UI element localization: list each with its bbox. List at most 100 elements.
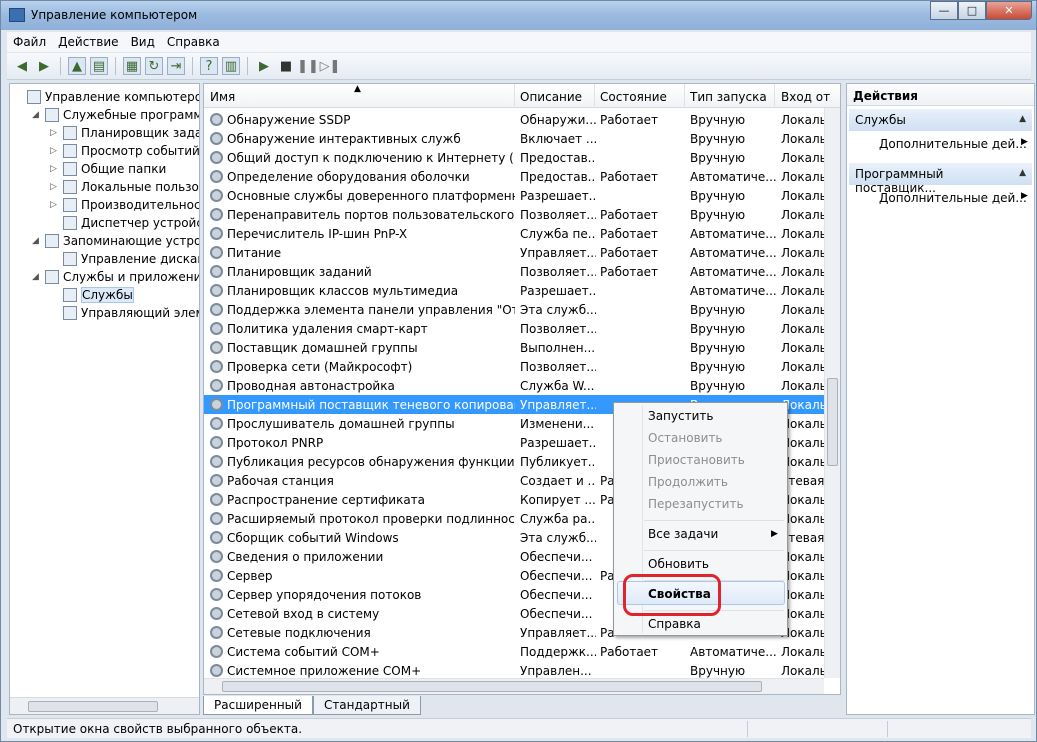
- table-cell: Системное приложение COM+: [227, 664, 422, 678]
- table-cell: Работает: [600, 227, 659, 241]
- more-actions-selected[interactable]: Дополнительные дей... ▶: [879, 191, 1028, 205]
- column-description[interactable]: Описание: [520, 90, 582, 104]
- tree-item[interactable]: Диспетчер устройств: [50, 214, 199, 232]
- menu-file[interactable]: Файл: [7, 35, 52, 49]
- close-button[interactable]: ✕: [986, 1, 1032, 20]
- table-cell: Копирует ...: [520, 493, 596, 507]
- table-row[interactable]: Проверка сети (Майкрософт) Позволяет... Вр…: [204, 357, 826, 376]
- table-row[interactable]: Перенаправитель портов пользовательского…: [204, 205, 826, 224]
- actions-group-selected-service[interactable]: Программный поставщик... ▲: [849, 163, 1032, 195]
- up-folder-icon[interactable]: ▲: [68, 57, 86, 75]
- column-startup-type[interactable]: Тип запуска: [690, 90, 767, 104]
- table-row[interactable]: Обнаружение SSDP Обнаружи... Работает Вручн…: [204, 110, 826, 129]
- menu-view[interactable]: Вид: [125, 35, 161, 49]
- table-row[interactable]: Система событий COM+ Поддержк... Работает А…: [204, 642, 826, 661]
- tree-item[interactable]: ▷ Общие папки: [50, 160, 166, 178]
- action-pane-icon[interactable]: ▥: [222, 57, 240, 75]
- tree-item[interactable]: Службы: [50, 286, 134, 304]
- table-row[interactable]: Поставщик домашней группы Выполнен... Вруч…: [204, 338, 826, 357]
- actions-group-services[interactable]: Службы ▲: [849, 109, 1032, 131]
- tree-item[interactable]: ◢ Служебные программы: [32, 106, 199, 124]
- table-row[interactable]: Поддержка элемента панели управления "От…: [204, 300, 826, 319]
- menu-action[interactable]: Действие: [52, 35, 124, 49]
- table-cell: Питание: [227, 246, 282, 260]
- table-row[interactable]: Определение оборудования оболочки Предост…: [204, 167, 826, 186]
- expand-icon[interactable]: ◢: [32, 236, 42, 246]
- table-row[interactable]: Перечислитель IP-шин PnP-X Служба пе... Ра…: [204, 224, 826, 243]
- service-gear-icon: [210, 398, 223, 411]
- list-horizontal-scrollbar[interactable]: [204, 678, 824, 694]
- more-actions-services[interactable]: Дополнительные дей... ▶: [879, 137, 1028, 151]
- title-bar[interactable]: Управление компьютером — □ ✕: [1, 1, 1036, 30]
- tree-item-label: Планировщик заданий: [81, 126, 199, 140]
- table-cell: Автоматиче...: [690, 645, 776, 659]
- table-cell: Локальн: [781, 189, 826, 203]
- properties-icon[interactable]: ▦: [123, 57, 141, 75]
- show-hide-tree-icon[interactable]: ▤: [90, 57, 108, 75]
- expand-icon[interactable]: ▷: [50, 164, 60, 174]
- help-icon[interactable]: ?: [200, 57, 218, 75]
- expand-icon[interactable]: ▷: [50, 200, 60, 210]
- table-cell: Работает: [600, 208, 659, 222]
- tree-item[interactable]: Управление компьютером (л: [14, 88, 199, 106]
- menu-all-tasks[interactable]: Все задачи: [648, 527, 718, 541]
- tree-item[interactable]: ▷ Планировщик заданий: [50, 124, 199, 142]
- table-cell: Локальн: [781, 341, 826, 355]
- table-row[interactable]: Проводная автонастройка Служба W... Вручну…: [204, 376, 826, 395]
- tree-item[interactable]: ▷ Просмотр событий: [50, 142, 199, 160]
- tree-horizontal-scrollbar[interactable]: [10, 697, 199, 714]
- maximize-button[interactable]: □: [958, 1, 986, 20]
- window-title: Управление компьютером: [31, 8, 198, 22]
- restart-icon[interactable]: ▷❚: [320, 57, 341, 75]
- pause-icon[interactable]: ❚❚: [297, 57, 319, 75]
- column-status[interactable]: Состояние: [600, 90, 667, 104]
- tree-item[interactable]: Управляющий элемен: [50, 304, 199, 322]
- tree-item[interactable]: ▷ Производительность: [50, 196, 199, 214]
- table-row[interactable]: Питание Управляет... Работает Автоматиче...…: [204, 243, 826, 262]
- table-cell: Сервер упорядочения потоков: [227, 588, 422, 602]
- table-cell: Протокол PNRP: [227, 436, 324, 450]
- table-row[interactable]: Планировщик заданий Позволяет... Работает А…: [204, 262, 826, 281]
- table-cell: Локальн: [781, 246, 826, 260]
- table-cell: Управляет...: [520, 398, 596, 412]
- table-row[interactable]: Планировщик классов мультимедиа Разрешает…: [204, 281, 826, 300]
- expand-icon[interactable]: ▷: [50, 182, 60, 192]
- stop-icon[interactable]: ■: [277, 57, 295, 75]
- tools-icon: [45, 108, 59, 122]
- play-icon[interactable]: ▶: [255, 57, 273, 75]
- back-arrow-icon[interactable]: ◀: [13, 57, 31, 75]
- list-vertical-scrollbar[interactable]: [824, 108, 840, 678]
- export-list-icon[interactable]: ⇥: [167, 57, 185, 75]
- service-gear-icon: [210, 531, 223, 544]
- tab-standard[interactable]: Стандартный: [312, 696, 421, 715]
- expand-icon[interactable]: ▷: [50, 146, 60, 156]
- minimize-button[interactable]: —: [930, 1, 958, 20]
- tree-item[interactable]: Управление дисками: [50, 250, 199, 268]
- table-row[interactable]: Основные службы доверенного платформенно…: [204, 186, 826, 205]
- table-cell: Поддержк...: [520, 645, 596, 659]
- menu-refresh[interactable]: Обновить: [648, 557, 709, 571]
- table-row[interactable]: Общий доступ к подключению к Интернету (…: [204, 148, 826, 167]
- collapse-icon[interactable]: ▲: [1019, 114, 1026, 124]
- table-row[interactable]: Обнаружение интерактивных служб Включает …: [204, 129, 826, 148]
- expand-icon[interactable]: ▷: [50, 128, 60, 138]
- table-row[interactable]: Политика удаления смарт-карт Позволяет...…: [204, 319, 826, 338]
- column-name[interactable]: Имя: [210, 90, 235, 104]
- forward-arrow-icon[interactable]: ▶: [35, 57, 53, 75]
- service-gear-icon: [210, 607, 223, 620]
- tree-item-label: Службы и приложения: [63, 270, 200, 284]
- tree-item[interactable]: ▷ Локальные пользовате: [50, 178, 199, 196]
- table-cell: Локальн: [781, 284, 826, 298]
- expand-icon[interactable]: ◢: [32, 272, 42, 282]
- tree-item[interactable]: ◢ Запоминающие устройст: [32, 232, 199, 250]
- service-gear-icon: [210, 132, 223, 145]
- refresh-icon[interactable]: ↻: [145, 57, 163, 75]
- expand-icon[interactable]: ◢: [32, 110, 42, 120]
- collapse-icon[interactable]: ▲: [1019, 168, 1026, 178]
- tree-item[interactable]: ◢ Службы и приложения: [32, 268, 200, 286]
- menu-start[interactable]: Запустить: [648, 409, 713, 423]
- menu-help[interactable]: Справка: [648, 617, 701, 631]
- tab-extended[interactable]: Расширенный: [203, 696, 313, 715]
- column-log-on-as[interactable]: Вход от: [781, 90, 830, 104]
- menu-help[interactable]: Справка: [161, 35, 226, 49]
